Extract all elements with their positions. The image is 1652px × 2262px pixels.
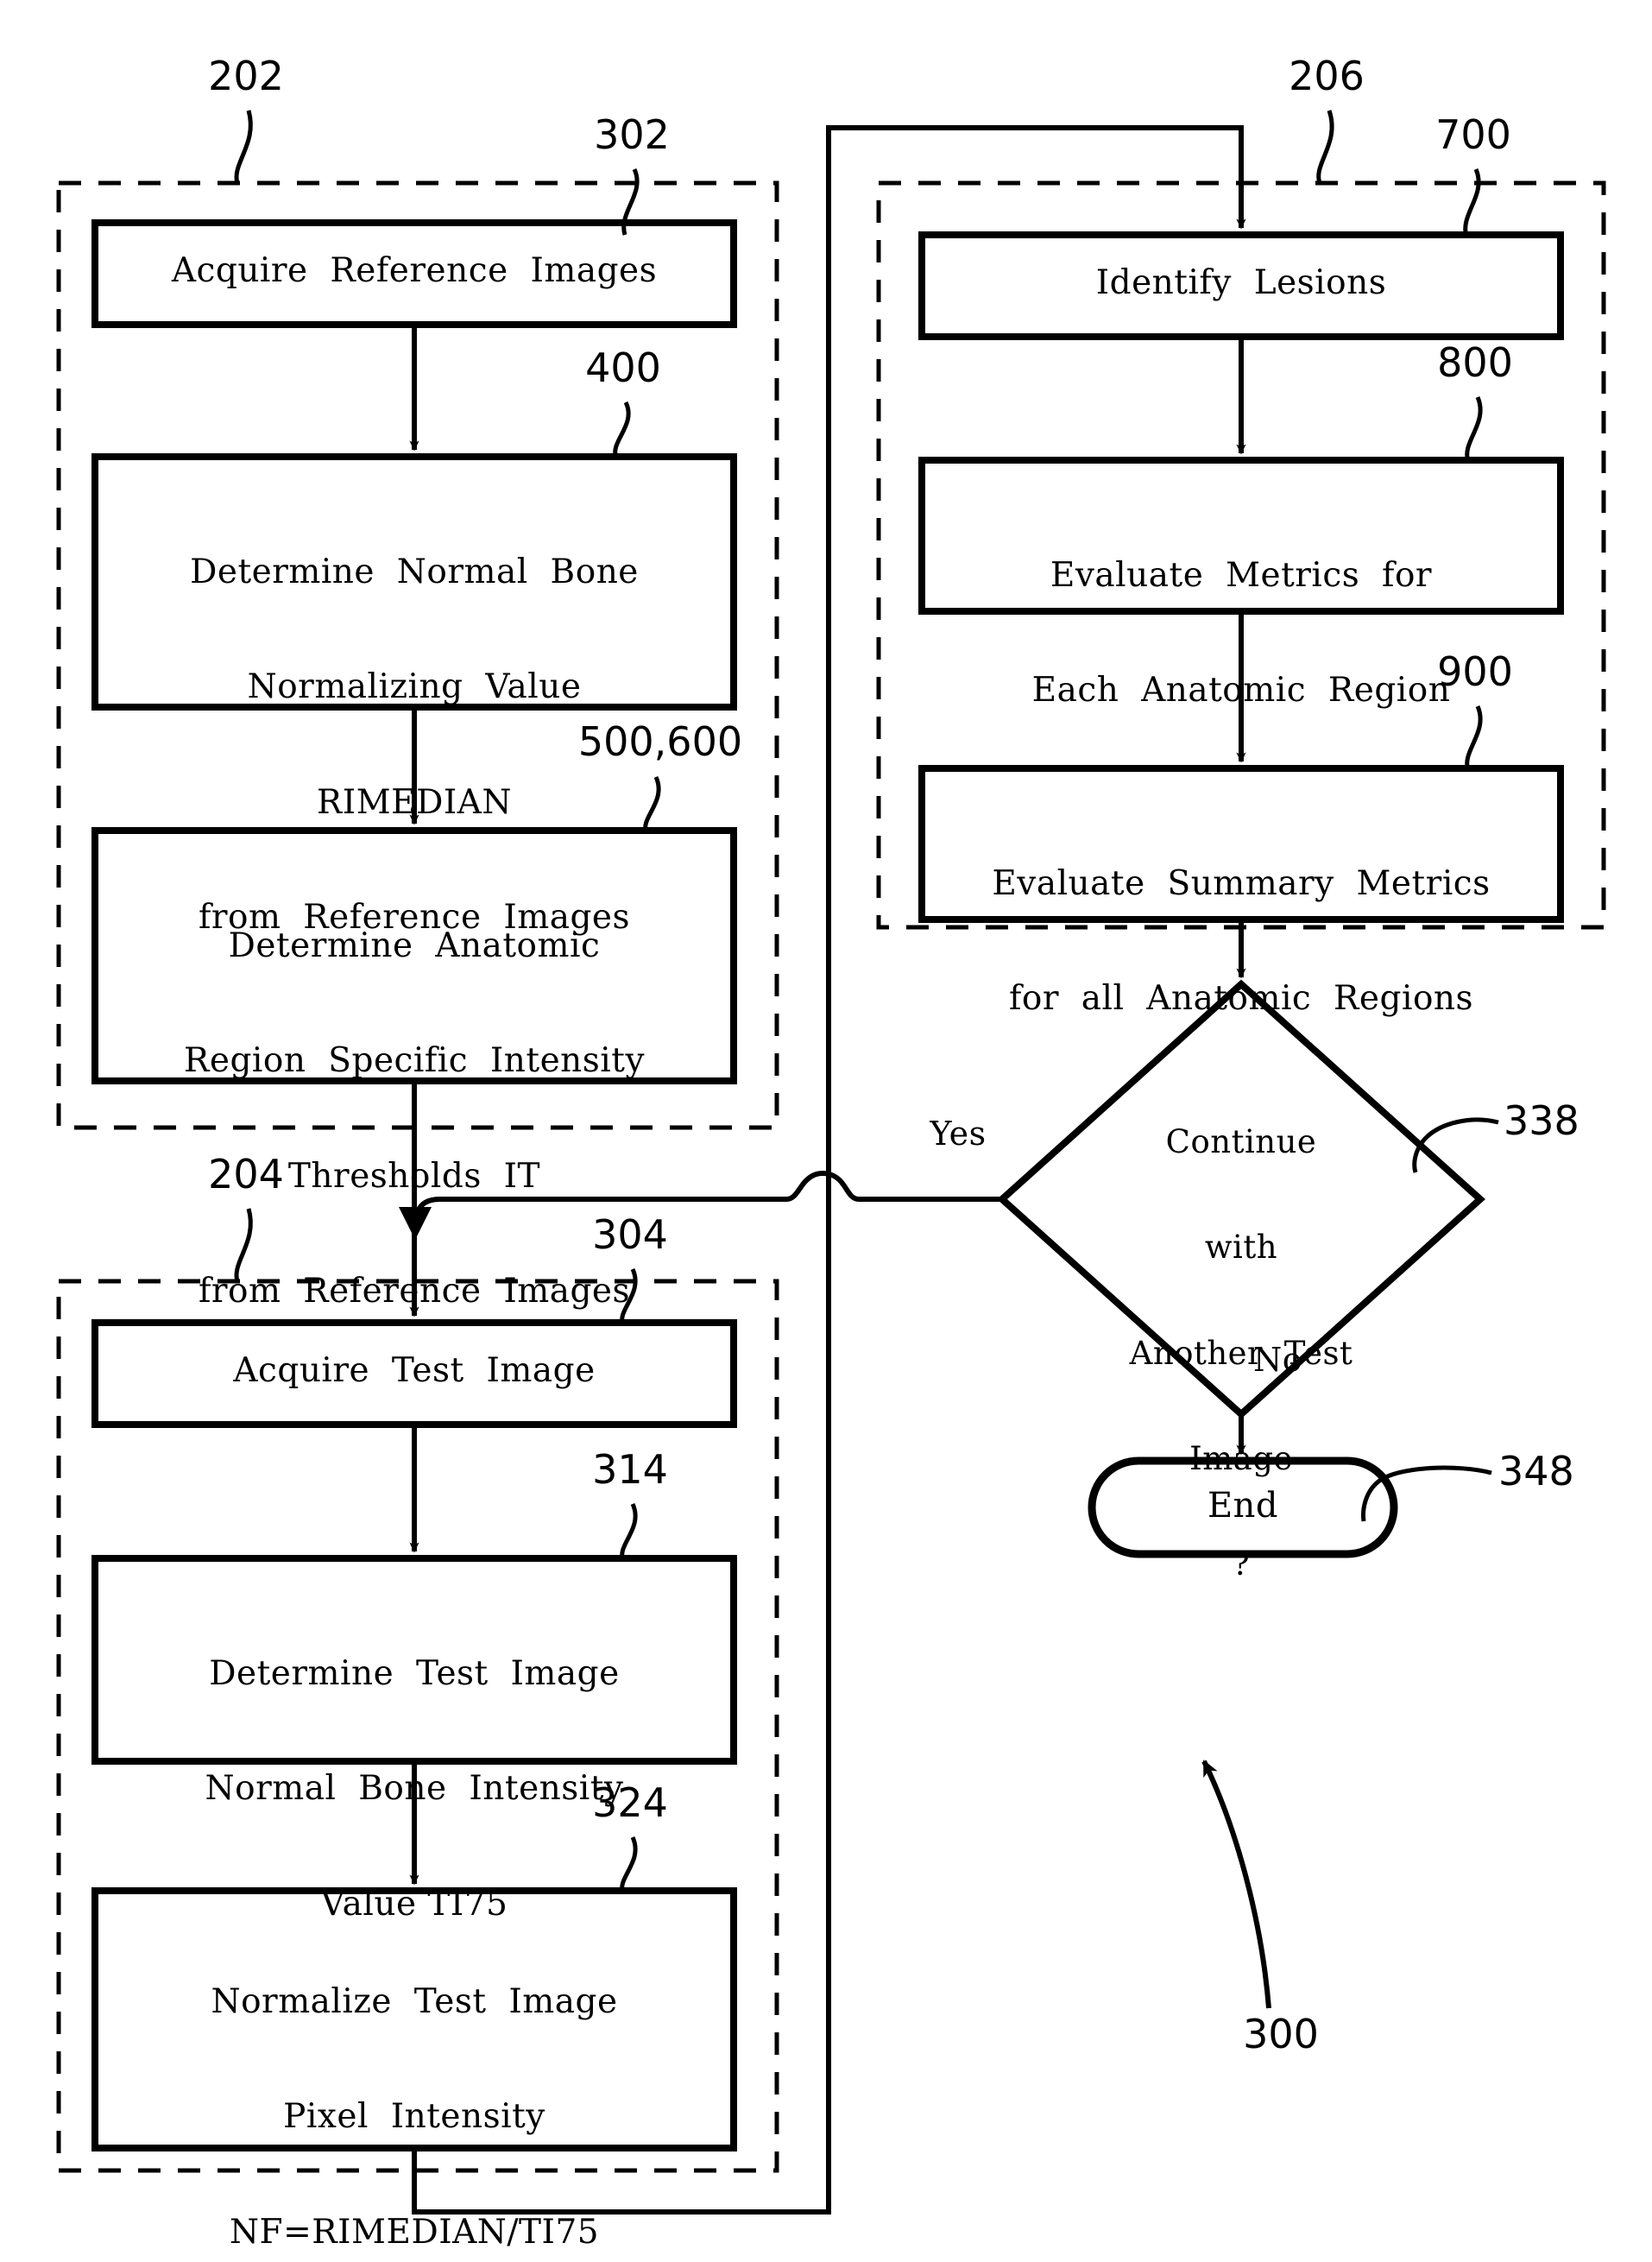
line-2: Pixel Intensity [283, 2097, 545, 2137]
refnum-700: 700 [1435, 111, 1511, 158]
box-label-acquire-test-image: Acquire Test Image [233, 1351, 596, 1390]
box-label-normalize-test-image: Normalize Test Image Pixel Intensity NF=… [95, 1906, 734, 2262]
refnum-300: 300 [1243, 2011, 1319, 2057]
line-3: RIMEDIAN [316, 782, 513, 822]
refnum-900: 900 [1437, 648, 1513, 695]
line-1: Determine Test Image [209, 1653, 620, 1693]
line-1: Continue [1165, 1123, 1317, 1161]
leader-202 [234, 110, 253, 184]
line-3: NF=RIMEDIAN/TI75 [229, 2212, 600, 2252]
refnum-206: 206 [1289, 53, 1365, 99]
terminator-label-end: End [1207, 1486, 1279, 1526]
refnum-400: 400 [585, 344, 661, 391]
refnum-204: 204 [208, 1151, 284, 1197]
refnum-324: 324 [592, 1779, 668, 1826]
line-2: Region Specific Intensity [184, 1041, 645, 1081]
leader-314 [620, 1502, 638, 1562]
edge-label-no: No [1253, 1341, 1303, 1379]
line-5: ? [1232, 1545, 1251, 1583]
box-label-evaluate-summary: Evaluate Summary Metrics for all Anatomi… [913, 788, 1569, 1096]
refnum-800: 800 [1437, 339, 1513, 386]
line-1: Evaluate Summary Metrics [992, 863, 1491, 903]
line-1: Normalize Test Image [211, 1981, 618, 2021]
line-2: with [1204, 1229, 1278, 1267]
patent-figure-canvas: Acquire Reference Images Determine Norma… [0, 0, 1652, 2262]
line-2: Normalizing Value [247, 667, 582, 707]
line-4: from Reference Images [198, 1271, 631, 1311]
line-1: Evaluate Metrics for [1050, 555, 1433, 595]
refnum-304: 304 [592, 1211, 668, 1258]
refnum-500-600: 500,600 [577, 718, 743, 765]
box-label-identify-lesions: Identify Lesions [1095, 263, 1387, 302]
line-3: Another Test [1129, 1334, 1353, 1372]
leader-800 [1465, 396, 1483, 462]
box-label-evaluate-metrics: Evaluate Metrics for Each Anatomic Regio… [922, 480, 1561, 787]
refnum-314: 314 [592, 1446, 668, 1493]
refnum-338: 338 [1504, 1097, 1579, 1144]
edge-label-yes: Yes [930, 1115, 987, 1153]
leader-206 [1316, 110, 1334, 184]
line-2: for all Anatomic Regions [1008, 979, 1474, 1019]
refnum-202: 202 [208, 53, 284, 99]
refnum-348: 348 [1498, 1448, 1574, 1494]
line-1: Determine Anatomic [228, 926, 601, 965]
line-1: Determine Normal Bone [190, 552, 639, 591]
refnum-302: 302 [594, 111, 670, 158]
decision-label-continue: Continue with Another Test Image ? [1051, 1055, 1431, 1652]
line-4: Image [1189, 1439, 1293, 1477]
leader-300 [1201, 1760, 1271, 2009]
leader-700 [1463, 168, 1481, 237]
box-label-determine-thresholds: Determine Anatomic Region Specific Inten… [95, 850, 734, 1387]
box-label-acquire-reference-images: Acquire Reference Images [171, 251, 658, 290]
leader-400 [613, 401, 631, 459]
